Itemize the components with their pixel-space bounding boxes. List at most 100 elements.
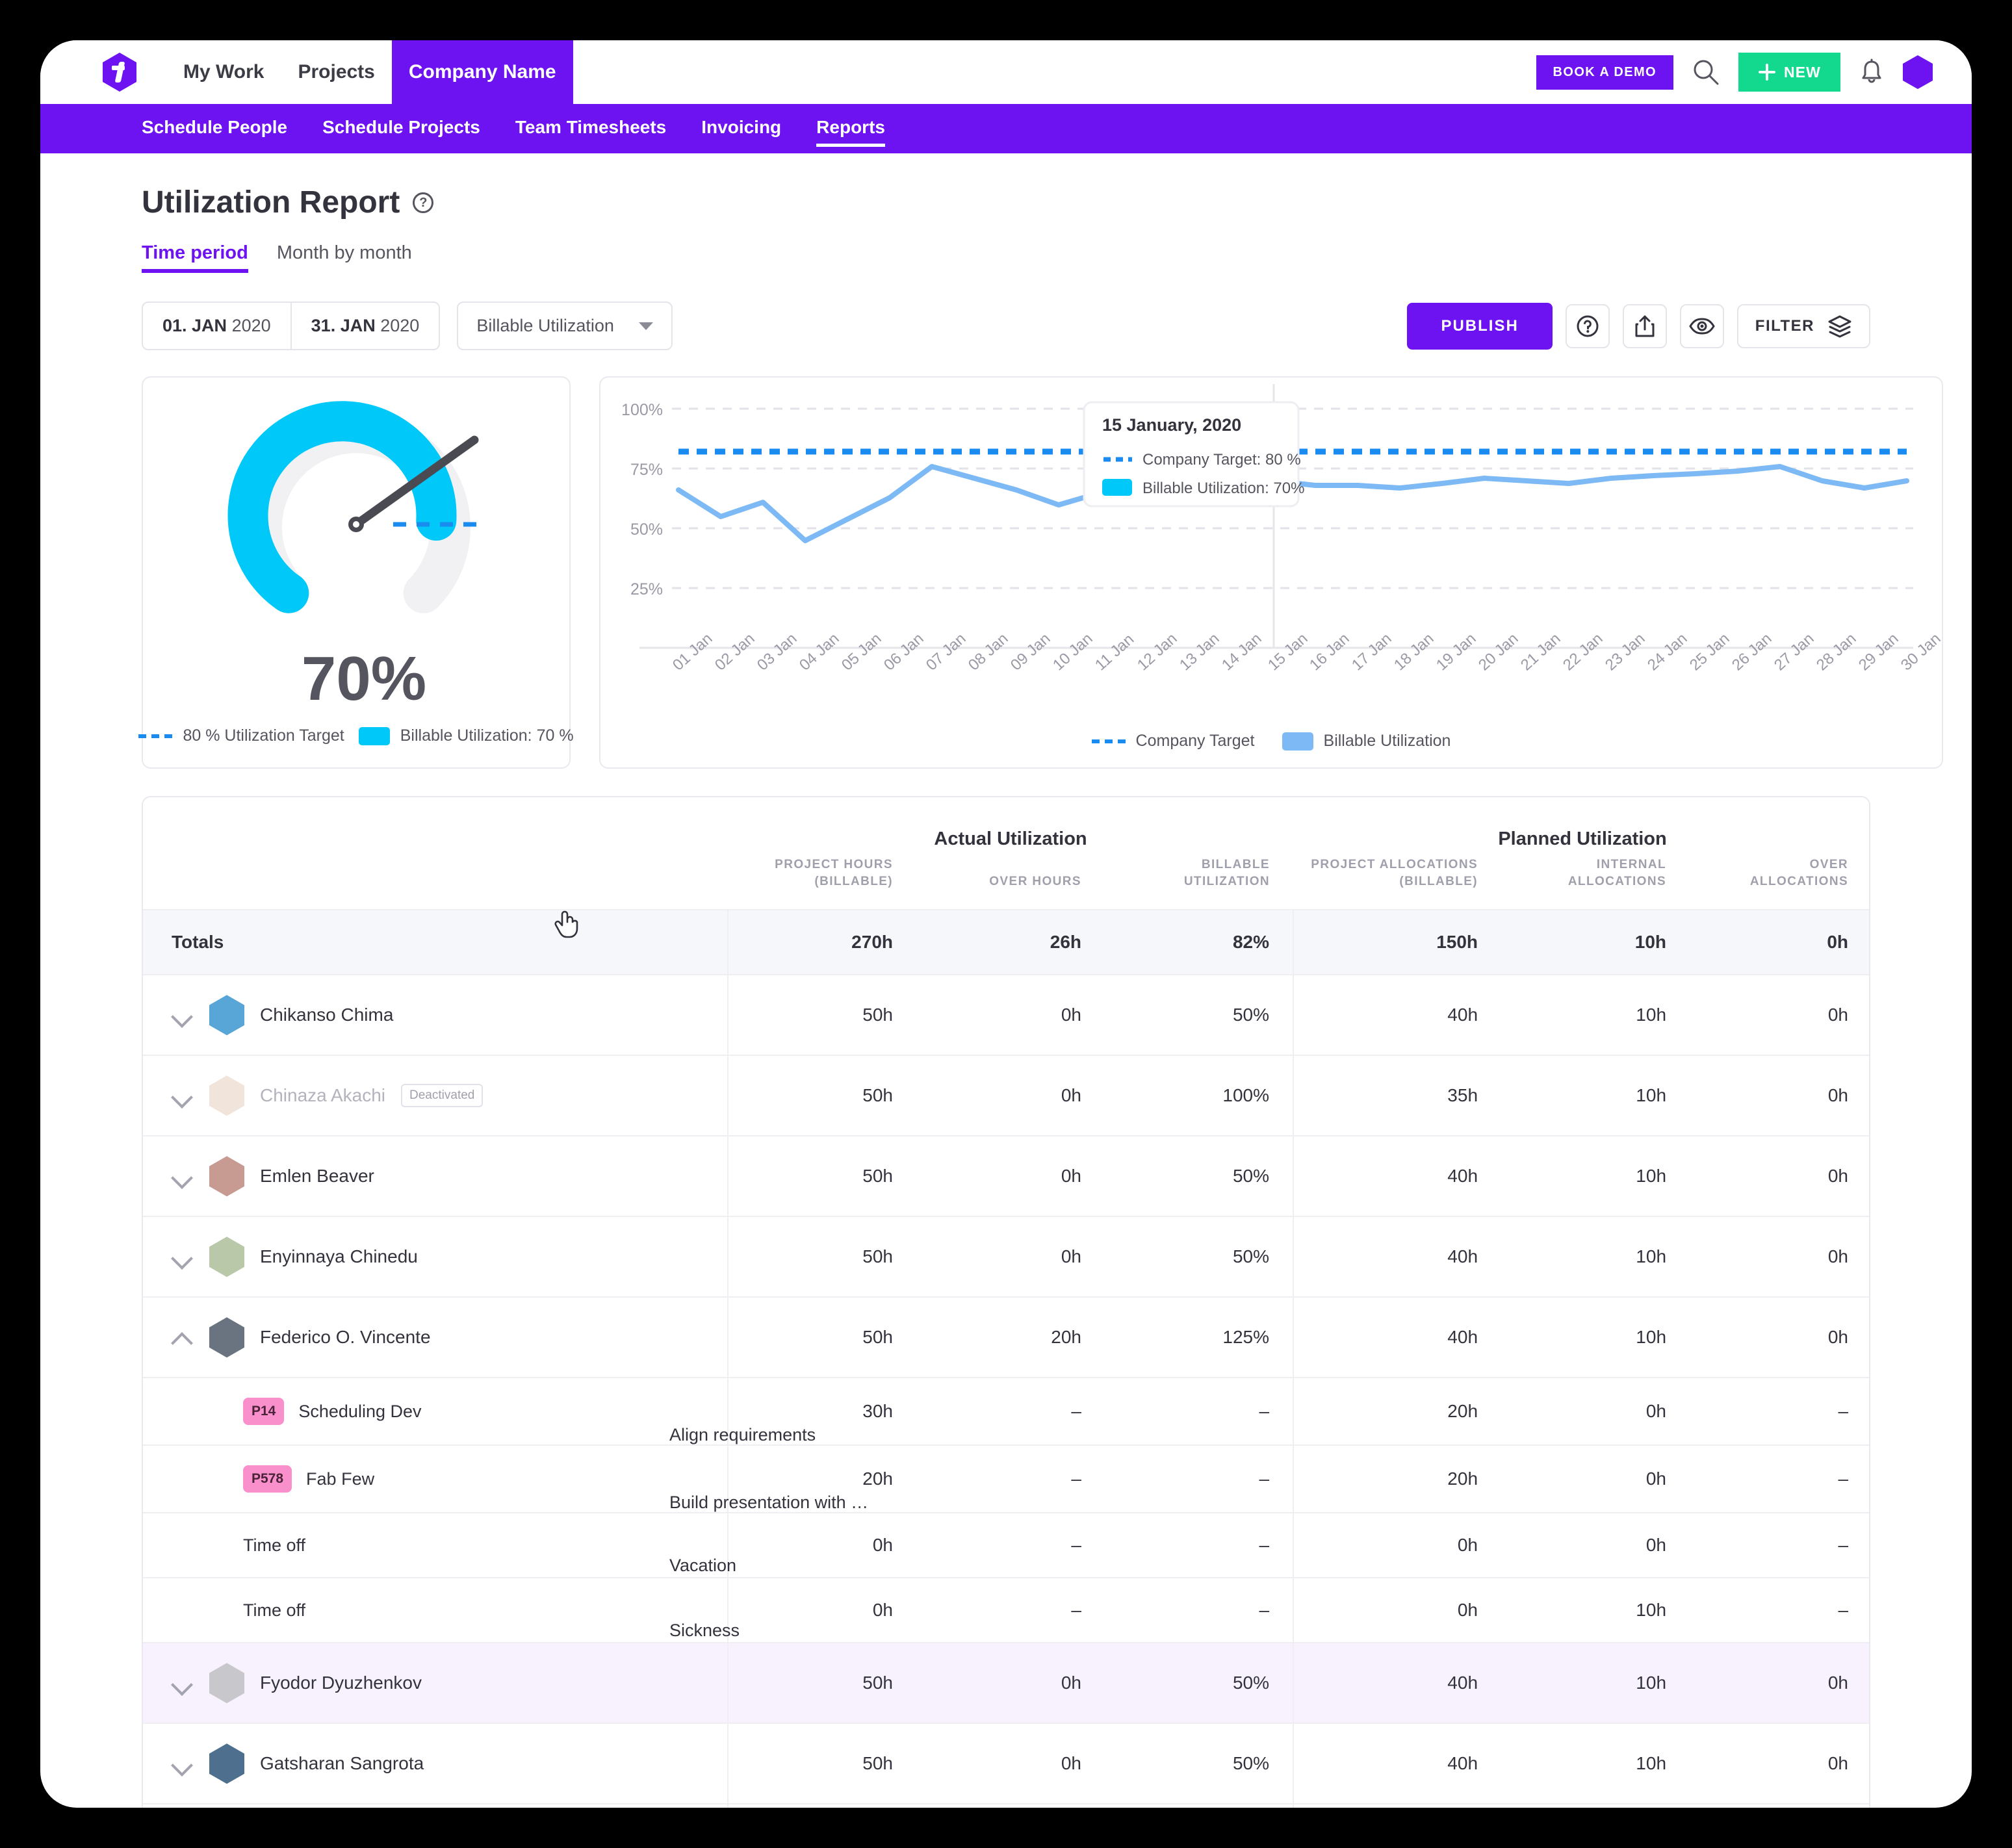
new-button[interactable]: NEW	[1738, 53, 1840, 92]
table-row[interactable]: Emlen Beaver50h0h50%40h10h0h	[143, 1136, 1870, 1216]
table-row[interactable]: P14Scheduling DevAlign requirements30h––…	[143, 1378, 1870, 1445]
chevron-down-icon[interactable]	[172, 1084, 194, 1107]
table-row[interactable]: Enyinnaya Chinedu50h0h50%40h10h0h	[143, 1216, 1870, 1297]
cell-billable-utilization: 50%	[1105, 1136, 1293, 1216]
gauge-legend-utilization-label: Billable Utilization: 70 %	[400, 726, 574, 745]
cell-billable-utilization: 100%	[1105, 1055, 1293, 1136]
avatar	[209, 1156, 244, 1196]
nav-item-projects[interactable]: Projects	[281, 40, 391, 104]
help-icon-button[interactable]	[1566, 304, 1610, 348]
col-internal-allocations: INTERNAL ALLOCATIONS	[1501, 856, 1690, 910]
filter-button[interactable]: FILTER	[1737, 304, 1870, 348]
nav-item-my-work[interactable]: My Work	[166, 40, 281, 104]
avatar	[209, 1317, 244, 1357]
main-nav: My Work Projects Company Name	[166, 40, 573, 104]
cell-over-allocations: –	[1690, 1445, 1870, 1513]
svg-text:13 Jan: 13 Jan	[1176, 630, 1223, 674]
svg-text:08 Jan: 08 Jan	[965, 630, 1012, 674]
avatar	[209, 1743, 244, 1784]
totals-over-allocations: 0h	[1690, 910, 1870, 975]
status-badge: Deactivated	[401, 1084, 483, 1107]
subnav-item-invoicing[interactable]: Invoicing	[701, 117, 781, 140]
chevron-down-icon[interactable]	[172, 1165, 194, 1187]
cell-over-hours: 0h	[916, 1216, 1105, 1297]
cell-over-hours: –	[916, 1513, 1105, 1578]
table-row[interactable]: Time offSickness0h––0h10h–	[143, 1578, 1870, 1643]
table-row-totals: Totals 270h 26h 82% 150h 10h 0h	[143, 910, 1870, 975]
subnav-item-schedule-people[interactable]: Schedule People	[142, 117, 287, 140]
svg-text:01 Jan: 01 Jan	[669, 630, 716, 674]
cell-project-hours: 50h	[728, 1297, 916, 1378]
cell-over-allocations: 0h	[1690, 1136, 1870, 1216]
chevron-up-icon[interactable]	[172, 1326, 194, 1348]
bell-icon[interactable]	[1859, 58, 1885, 86]
svg-text:06 Jan: 06 Jan	[881, 630, 927, 674]
project-row-wrap: Time off	[172, 1600, 704, 1621]
chevron-down-icon[interactable]	[172, 1672, 194, 1694]
metric-select-value: Billable Utilization	[476, 316, 614, 336]
cell-internal-allocations: 10h	[1501, 1578, 1690, 1643]
cell-project-allocations: 40h	[1293, 975, 1501, 1055]
forecast-logo-icon[interactable]	[103, 53, 136, 92]
share-icon-button[interactable]	[1623, 304, 1667, 348]
subnav-item-reports[interactable]: Reports	[816, 117, 885, 140]
cell-billable-utilization: –	[1105, 1378, 1293, 1445]
table-row[interactable]: Fyodor Dyuzhenkov50h0h50%40h10h0h	[143, 1643, 1870, 1723]
table-row[interactable]: Federico O. Vincente50h20h125%40h10h0h	[143, 1297, 1870, 1378]
date-from-day: 01. JAN	[162, 316, 227, 335]
search-icon[interactable]	[1692, 58, 1720, 86]
chevron-down-icon[interactable]	[172, 1004, 194, 1026]
row-name-cell: Chikanso Chima	[143, 975, 728, 1055]
gauge-legend-utilization: Billable Utilization: 70 %	[359, 726, 574, 745]
publish-button[interactable]: PUBLISH	[1407, 303, 1552, 350]
table-row[interactable]: Jagat Shahidullah20h0h50%35h0h35h	[143, 1804, 1870, 1808]
chart-legend-target-label: Company Target	[1136, 732, 1255, 751]
person-name: Gatsharan Sangrota	[260, 1753, 424, 1774]
table-row[interactable]: Time offVacation0h––0h0h–	[143, 1513, 1870, 1578]
date-from[interactable]: 01. JAN 2020	[143, 303, 290, 349]
mouse-cursor-icon	[554, 908, 580, 940]
date-to[interactable]: 31. JAN 2020	[290, 303, 439, 349]
metric-select[interactable]: Billable Utilization	[457, 302, 673, 350]
tab-time-period[interactable]: Time period	[142, 242, 248, 273]
cell-project-allocations: 40h	[1293, 1216, 1501, 1297]
row-name-cell: Fyodor Dyuzhenkov	[143, 1643, 728, 1723]
chart-legend-utilization[interactable]: Billable Utilization	[1282, 732, 1451, 751]
table-row[interactable]: Chinaza AkachiDeactivated50h0h100%35h10h…	[143, 1055, 1870, 1136]
table-row[interactable]: Chikanso Chima50h0h50%40h10h0h	[143, 975, 1870, 1055]
chevron-down-icon[interactable]	[172, 1752, 194, 1775]
row-name-cell: Federico O. Vincente	[143, 1297, 728, 1378]
cell-project-hours: 50h	[728, 1643, 916, 1723]
task-name: Sickness	[669, 1621, 740, 1641]
subnav-item-team-timesheets[interactable]: Team Timesheets	[515, 117, 666, 140]
question-mark-icon	[1575, 314, 1600, 339]
chart-legend-target[interactable]: Company Target	[1092, 732, 1255, 751]
cell-project-allocations: 40h	[1293, 1643, 1501, 1723]
utilization-line-chart: 100% 75% 50% 25% 01 Jan 02 Jan 03 Jan	[600, 378, 1942, 741]
cell-over-allocations: 0h	[1690, 1055, 1870, 1136]
cell-project-hours: 0h	[728, 1513, 916, 1578]
cell-project-hours: 50h	[728, 975, 916, 1055]
person-name-wrap: Emlen Beaver	[172, 1156, 704, 1196]
cell-over-allocations: 0h	[1690, 1297, 1870, 1378]
user-avatar[interactable]	[1903, 55, 1933, 89]
table-row[interactable]: P578Fab FewBuild presentation with …20h–…	[143, 1445, 1870, 1513]
cell-internal-allocations: 10h	[1501, 1643, 1690, 1723]
tab-month-by-month[interactable]: Month by month	[277, 242, 412, 273]
chevron-down-icon[interactable]	[172, 1246, 194, 1268]
cell-over-allocations: 0h	[1690, 1643, 1870, 1723]
svg-text:19 Jan: 19 Jan	[1433, 630, 1480, 674]
book-a-demo-button[interactable]: BOOK A DEMO	[1536, 55, 1673, 90]
svg-text:09 Jan: 09 Jan	[1007, 630, 1054, 674]
help-question-icon[interactable]: ?	[413, 192, 433, 213]
subnav-item-schedule-projects[interactable]: Schedule Projects	[322, 117, 480, 140]
chart-tooltip: 15 January, 2020 Company Target: 80 % Bi…	[1084, 402, 1304, 506]
ytick-25: 25%	[630, 580, 663, 598]
avatar	[209, 1663, 244, 1703]
gauge-legend-target: 80 % Utilization Target	[138, 726, 344, 745]
nav-item-company-name[interactable]: Company Name	[392, 40, 573, 104]
layers-icon	[1827, 314, 1852, 339]
eye-icon-button[interactable]	[1680, 304, 1724, 348]
cell-project-allocations: 0h	[1293, 1513, 1501, 1578]
table-row[interactable]: Gatsharan Sangrota50h0h50%40h10h0h	[143, 1723, 1870, 1804]
